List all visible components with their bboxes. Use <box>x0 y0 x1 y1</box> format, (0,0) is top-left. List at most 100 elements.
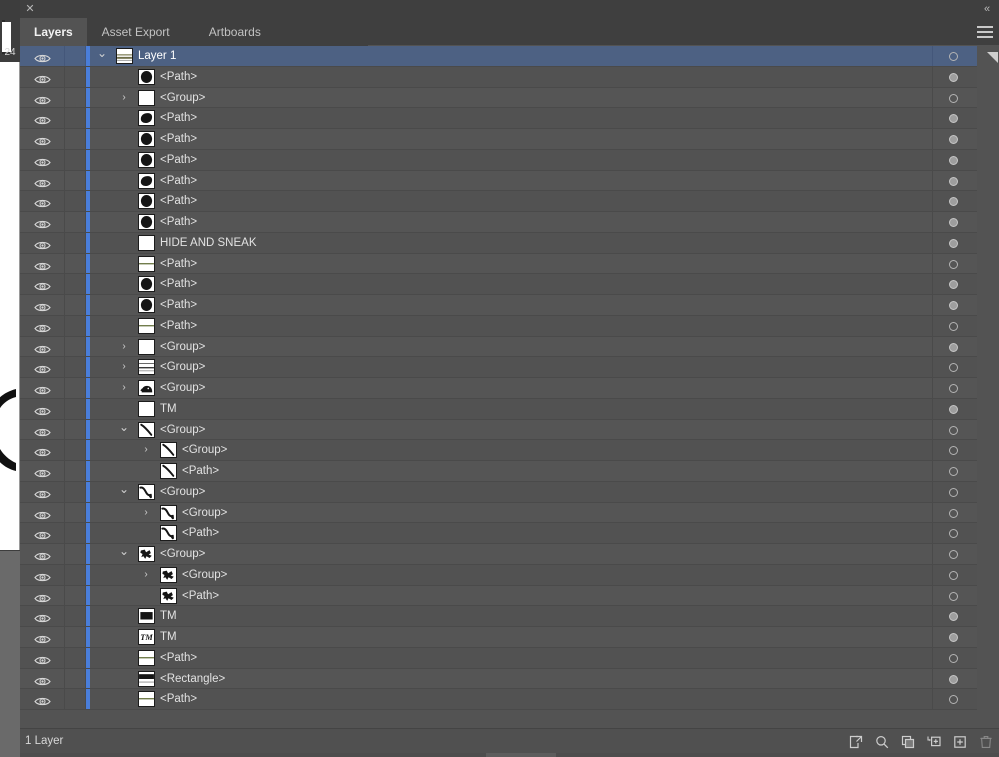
layer-row-selected[interactable]: ⌄ Layer 1 <box>20 46 999 67</box>
new-sublayer-button[interactable] <box>926 734 942 750</box>
target-column-cell[interactable] <box>932 357 977 377</box>
target-indicator-hollow[interactable] <box>949 591 958 601</box>
layer-name-label[interactable]: <Path> <box>160 191 197 211</box>
eye-icon[interactable] <box>34 196 51 208</box>
layer-list[interactable]: ⌄ Layer 1 <Path> › <Group> <Path> <Path> <Path>… <box>20 46 999 722</box>
layer-row[interactable]: ⌄ <Group> <box>20 419 999 441</box>
lock-toggle-cell[interactable] <box>65 274 86 294</box>
layer-name-label[interactable]: <Group> <box>182 440 227 460</box>
target-indicator-hollow[interactable] <box>949 508 958 518</box>
visibility-toggle-cell[interactable] <box>20 149 65 170</box>
target-column-cell[interactable] <box>932 336 977 357</box>
layer-name-label[interactable]: <Group> <box>160 337 205 357</box>
target-indicator-filled[interactable] <box>949 612 958 622</box>
visibility-toggle-cell[interactable] <box>20 689 65 709</box>
target-indicator-hollow[interactable] <box>949 259 958 269</box>
layer-row[interactable]: <Rectangle> <box>20 668 999 690</box>
lock-toggle-cell[interactable] <box>65 398 86 419</box>
layer-row[interactable]: <Path> <box>20 149 999 171</box>
visibility-toggle-cell[interactable] <box>20 108 65 128</box>
target-column-cell[interactable] <box>932 295 977 315</box>
lock-toggle-cell[interactable] <box>65 295 86 315</box>
lock-toggle-cell[interactable] <box>65 87 86 108</box>
chevron-right-icon[interactable]: › <box>140 569 152 581</box>
target-indicator-hollow[interactable] <box>949 52 958 61</box>
eye-icon[interactable] <box>34 694 51 706</box>
layer-name-label[interactable]: <Path> <box>182 461 219 481</box>
layer-row[interactable]: <Path> <box>20 253 999 275</box>
layer-name-label[interactable]: <Path> <box>160 254 197 274</box>
layer-row[interactable]: <Path> <box>20 170 999 192</box>
layer-row[interactable]: <Path> <box>20 129 999 150</box>
eye-icon[interactable] <box>34 362 51 374</box>
target-indicator-filled[interactable] <box>949 674 958 684</box>
visibility-toggle-cell[interactable] <box>20 295 65 315</box>
target-column-cell[interactable] <box>932 689 977 709</box>
layer-row[interactable]: <Path> <box>20 274 999 295</box>
target-column-cell[interactable] <box>932 315 977 336</box>
target-column-cell[interactable] <box>932 564 977 585</box>
visibility-toggle-cell[interactable] <box>20 46 65 66</box>
chevron-down-icon[interactable]: ⌄ <box>118 421 130 433</box>
lock-toggle-cell[interactable] <box>65 564 86 585</box>
layer-name-label[interactable]: TM <box>160 399 177 419</box>
new-layer-button[interactable] <box>952 734 968 750</box>
target-indicator-hollow[interactable] <box>949 425 958 435</box>
target-column-cell[interactable] <box>932 274 977 294</box>
lock-toggle-cell[interactable] <box>65 523 86 543</box>
lock-toggle-cell[interactable] <box>65 606 86 626</box>
layer-row[interactable]: <Path> <box>20 212 999 233</box>
visibility-toggle-cell[interactable] <box>20 253 65 274</box>
target-column-cell[interactable] <box>932 585 977 606</box>
eye-icon[interactable] <box>34 466 51 478</box>
eye-icon[interactable] <box>34 342 51 353</box>
target-indicator-filled[interactable] <box>949 218 958 227</box>
target-indicator-filled[interactable] <box>949 72 958 82</box>
lock-toggle-cell[interactable] <box>65 232 86 253</box>
layer-name-label[interactable]: HIDE AND SNEAK <box>160 233 257 253</box>
layer-row[interactable]: <Path> <box>20 585 999 607</box>
layer-row[interactable]: › <Group> <box>20 87 999 109</box>
eye-icon[interactable] <box>34 674 51 685</box>
make-mask-button[interactable] <box>900 734 916 750</box>
eye-icon[interactable] <box>34 176 51 187</box>
layer-row[interactable]: <Path> <box>20 66 999 88</box>
visibility-toggle-cell[interactable] <box>20 461 65 481</box>
chevron-right-icon[interactable]: › <box>118 92 130 104</box>
visibility-toggle-cell[interactable] <box>20 647 65 668</box>
target-indicator-hollow[interactable] <box>949 321 958 331</box>
eye-icon[interactable] <box>34 425 51 436</box>
target-indicator-filled[interactable] <box>949 404 958 414</box>
eye-icon[interactable] <box>34 653 51 664</box>
eye-icon[interactable] <box>34 570 51 581</box>
lock-toggle-cell[interactable] <box>65 170 86 191</box>
target-indicator-hollow[interactable] <box>949 570 958 580</box>
target-column-cell[interactable] <box>932 461 977 481</box>
find-button[interactable] <box>874 734 890 750</box>
eye-icon[interactable] <box>34 134 51 146</box>
target-indicator-filled[interactable] <box>949 197 958 207</box>
target-column-cell[interactable] <box>932 398 977 419</box>
lock-toggle-cell[interactable] <box>65 481 86 502</box>
visibility-toggle-cell[interactable] <box>20 523 65 543</box>
target-column-cell[interactable] <box>932 544 977 564</box>
target-column-cell[interactable] <box>932 502 977 523</box>
lock-toggle-cell[interactable] <box>65 66 86 87</box>
lock-toggle-cell[interactable] <box>65 461 86 481</box>
layer-name-label[interactable]: <Group> <box>160 88 205 108</box>
target-column-cell[interactable] <box>932 523 977 543</box>
chevron-down-icon[interactable]: ⌄ <box>96 47 108 59</box>
lock-toggle-cell[interactable] <box>65 440 86 460</box>
target-column-cell[interactable] <box>932 46 977 66</box>
target-indicator-hollow[interactable] <box>949 446 958 456</box>
lock-toggle-cell[interactable] <box>65 544 86 564</box>
target-column-cell[interactable] <box>932 191 977 211</box>
lock-toggle-cell[interactable] <box>65 502 86 523</box>
layer-row[interactable]: <Path> <box>20 315 999 337</box>
layer-name-label[interactable]: <Path> <box>160 129 197 149</box>
chevron-right-icon[interactable]: › <box>118 341 130 353</box>
layer-name-label[interactable]: <Path> <box>160 316 197 336</box>
target-column-cell[interactable] <box>932 170 977 191</box>
layer-name-label[interactable]: <Group> <box>160 544 205 564</box>
target-indicator-filled[interactable] <box>949 633 958 642</box>
